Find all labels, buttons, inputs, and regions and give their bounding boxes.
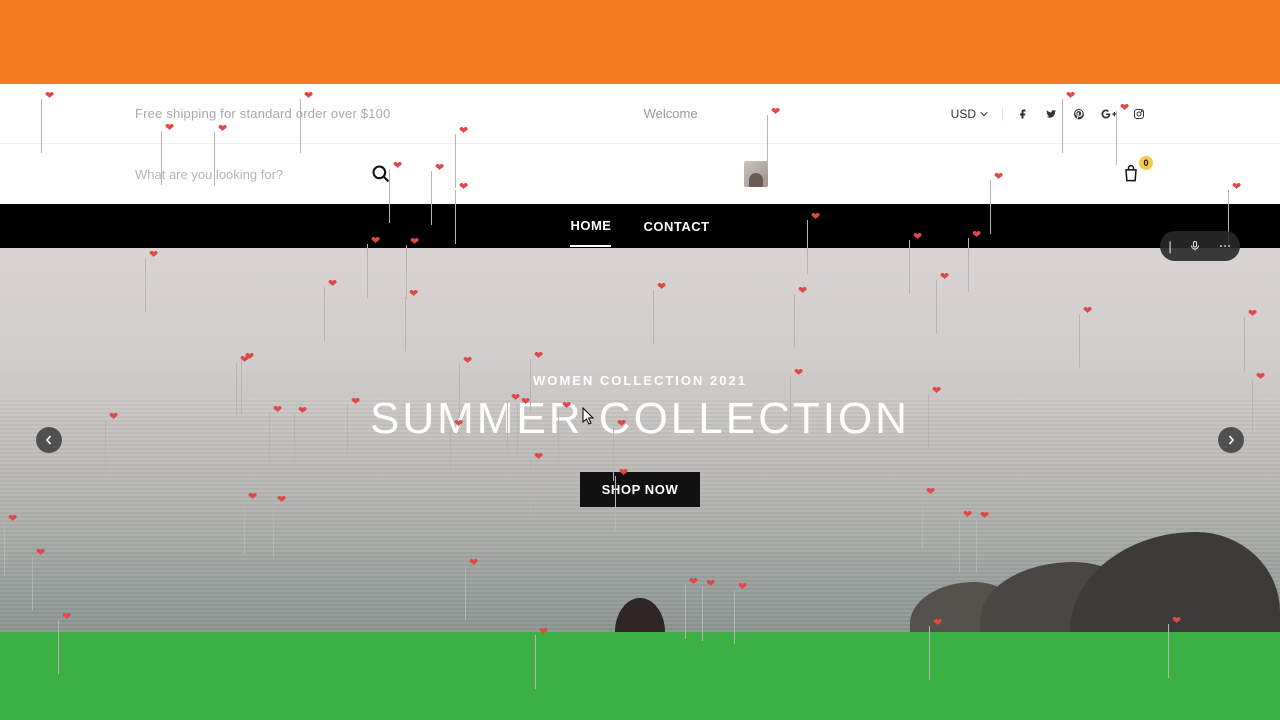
twitter-icon[interactable] [1045, 108, 1057, 120]
bottom-green-bar [0, 632, 1280, 720]
currency-label: USD [951, 107, 976, 121]
bag-icon [1121, 164, 1141, 184]
shipping-message: Free shipping for standard order over $1… [135, 106, 391, 121]
chevron-right-icon [1226, 435, 1236, 445]
brand-logo[interactable] [744, 161, 768, 187]
hero-person-decoration [615, 598, 665, 632]
slider-next-button[interactable] [1218, 427, 1244, 453]
hero-rocks-decoration [900, 492, 1280, 632]
mic-icon[interactable] [1189, 239, 1201, 253]
separator [1002, 107, 1003, 121]
chevron-down-icon [980, 107, 988, 121]
search-icon [371, 164, 391, 184]
welcome-text: Welcome [644, 106, 698, 121]
overlay-divider-icon[interactable]: | [1168, 239, 1171, 254]
slider-prev-button[interactable] [36, 427, 62, 453]
hero-slider: WOMEN COLLECTION 2021 SUMMER COLLECTION … [0, 248, 1280, 632]
shop-now-button[interactable]: SHOP NOW [580, 472, 701, 507]
top-orange-bar [0, 0, 1280, 84]
pinterest-icon[interactable] [1073, 108, 1085, 120]
hero-eyebrow: WOMEN COLLECTION 2021 [533, 373, 747, 388]
facebook-icon[interactable] [1017, 108, 1029, 120]
search-button[interactable] [367, 160, 395, 188]
topbar: Free shipping for standard order over $1… [0, 84, 1280, 144]
nav-contact[interactable]: CONTACT [643, 207, 709, 246]
main-nav: HOME CONTACT [0, 204, 1280, 248]
chevron-left-icon [44, 435, 54, 445]
more-icon[interactable] [1218, 239, 1232, 253]
midbar: 0 [0, 144, 1280, 204]
instagram-icon[interactable] [1133, 108, 1145, 120]
media-overlay-toolbar: | [1160, 231, 1240, 261]
currency-selector[interactable]: USD [951, 107, 988, 121]
site-frame: Free shipping for standard order over $1… [0, 84, 1280, 632]
cart-count-badge: 0 [1139, 156, 1153, 170]
cart-button[interactable]: 0 [1117, 160, 1145, 188]
nav-home[interactable]: HOME [570, 206, 611, 247]
hero-title: SUMMER COLLECTION [370, 394, 910, 444]
google-plus-icon[interactable] [1101, 108, 1117, 120]
search-input[interactable] [135, 167, 355, 182]
